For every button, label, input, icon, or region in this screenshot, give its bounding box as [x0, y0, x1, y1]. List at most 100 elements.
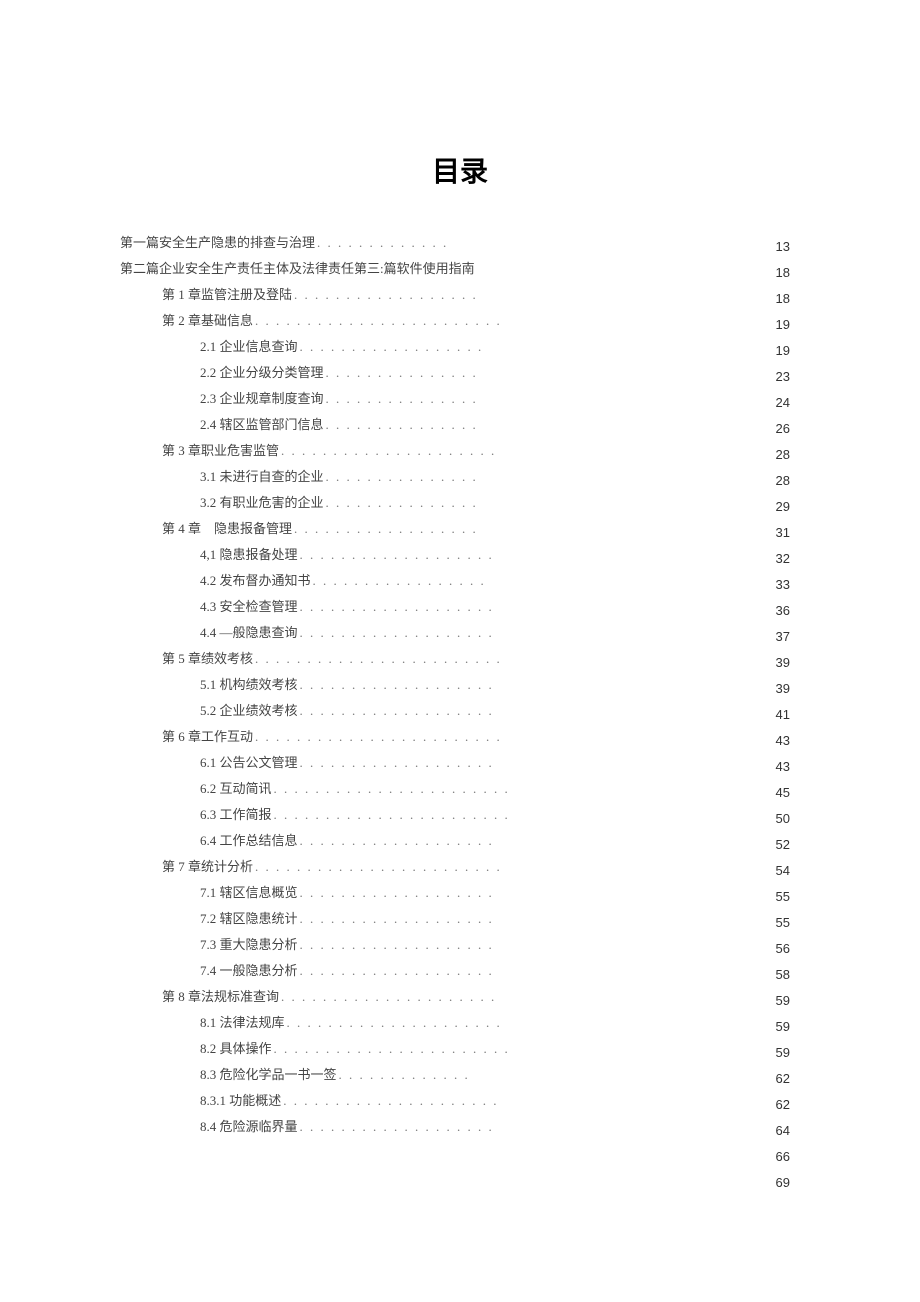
toc-leader-dots: . . . . . . . . . . . . . . . . .	[311, 568, 486, 594]
toc-entry: 8.1 法律法规库. . . . . . . . . . . . . . . .…	[120, 1010, 800, 1036]
toc-page-number: 41	[776, 702, 790, 728]
toc-page-number: 19	[776, 312, 790, 338]
toc-page-number: 33	[776, 572, 790, 598]
toc-entry-label: 2.1 企业信息查询	[200, 334, 298, 360]
toc-leader-dots: . . . . . . . . . . . . . . . . . . .	[298, 698, 494, 724]
toc-page-number: 58	[776, 962, 790, 988]
toc-entry-label: 6.3 工作简报	[200, 802, 272, 828]
toc-page-number: 45	[776, 780, 790, 806]
toc-leader-dots: . . . . . . . . . . . . . . . . . . . . …	[253, 724, 502, 750]
toc-entry-label: 8.3 危险化学品一书一签	[200, 1062, 337, 1088]
toc-entry: 第 6 章工作互动. . . . . . . . . . . . . . . .…	[120, 724, 800, 750]
toc-leader-dots: . . . . . . . . . . . . . . . . . . . . …	[253, 854, 502, 880]
toc-entry: 第 8 章法规标准查询. . . . . . . . . . . . . . .…	[120, 984, 800, 1010]
toc-leader-dots: . . . . . . . . . . . . .	[315, 230, 448, 256]
toc-entry-label: 3.2 有职业危害的企业	[200, 490, 324, 516]
toc-leader-dots: . . . . . . . . . . . . . . . . . . .	[298, 906, 494, 932]
toc-leader-dots: . . . . . . . . . . . . . . . . . . .	[298, 594, 494, 620]
toc-entry-label: 4,1 隐患报备处理	[200, 542, 298, 568]
toc-entry: 第一篇安全生产隐患的排查与治理. . . . . . . . . . . . .	[120, 230, 800, 256]
toc-entry-label: 第二篇企业安全生产责任主体及法律责任第三:篇软件使用指南	[120, 256, 475, 282]
toc-page-number: 43	[776, 728, 790, 754]
toc-entry: 6.2 互动简讯. . . . . . . . . . . . . . . . …	[120, 776, 800, 802]
toc-entry: 7.3 重大隐患分析. . . . . . . . . . . . . . . …	[120, 932, 800, 958]
toc-entry-label: 第 3 章职业危害监管	[162, 438, 279, 464]
toc-page-number: 39	[776, 650, 790, 676]
toc-entry: 8.4 危险源临界量. . . . . . . . . . . . . . . …	[120, 1114, 800, 1140]
toc-entry: 7.4 一般隐患分析. . . . . . . . . . . . . . . …	[120, 958, 800, 984]
toc-page-number: 26	[776, 416, 790, 442]
toc-leader-dots: . . . . . . . . . . . . . . . . . . . . …	[253, 646, 502, 672]
toc-leader-dots: . . . . . . . . . . . . . . . . . . . . …	[279, 438, 496, 464]
toc-page-number: 23	[776, 364, 790, 390]
toc-entry: 5.2 企业绩效考核. . . . . . . . . . . . . . . …	[120, 698, 800, 724]
toc-leader-dots: . . . . . . . . . . . . . . . . . . .	[298, 542, 494, 568]
toc-entry-label: 2.4 辖区监管部门信息	[200, 412, 324, 438]
toc-page-number: 55	[776, 910, 790, 936]
toc-page-number: 36	[776, 598, 790, 624]
toc-entry-label: 6.2 互动简讯	[200, 776, 272, 802]
toc-entry: 第 7 章统计分析. . . . . . . . . . . . . . . .…	[120, 854, 800, 880]
toc-page-number: 43	[776, 754, 790, 780]
toc-title: 目录	[120, 150, 800, 190]
toc-page-number: 52	[776, 832, 790, 858]
toc-leader-dots: . . . . . . . . . . . . . . . . . .	[292, 282, 478, 308]
toc-entry: 8.3.1 功能概述. . . . . . . . . . . . . . . …	[120, 1088, 800, 1114]
toc-entry-label: 8.3.1 功能概述	[200, 1088, 281, 1114]
toc-entry-label: 7.2 辖区隐患统计	[200, 906, 298, 932]
toc-leader-dots: . . . . . . . . . . . . . . .	[324, 386, 478, 412]
toc-entry-label: 5.2 企业绩效考核	[200, 698, 298, 724]
toc-entry-label: 第 6 章工作互动	[162, 724, 253, 750]
toc-entry-label: 2.3 企业规章制度查询	[200, 386, 324, 412]
toc-entry: 7.2 辖区隐患统计. . . . . . . . . . . . . . . …	[120, 906, 800, 932]
toc-page-number: 55	[776, 884, 790, 910]
toc-entry: 第 1 章监管注册及登陆. . . . . . . . . . . . . . …	[120, 282, 800, 308]
toc-entry: 5.1 机构绩效考核. . . . . . . . . . . . . . . …	[120, 672, 800, 698]
toc-entry: 2.1 企业信息查询. . . . . . . . . . . . . . . …	[120, 334, 800, 360]
toc-page-number: 18	[776, 286, 790, 312]
toc-entry: 2.3 企业规章制度查询. . . . . . . . . . . . . . …	[120, 386, 800, 412]
toc-entry: 4,1 隐患报备处理. . . . . . . . . . . . . . . …	[120, 542, 800, 568]
toc-page-number: 59	[776, 988, 790, 1014]
toc-page-number: 66	[776, 1144, 790, 1170]
toc-entry-label: 2.2 企业分级分类管理	[200, 360, 324, 386]
toc-entry-label: 5.1 机构绩效考核	[200, 672, 298, 698]
toc-entry-label: 8.4 危险源临界量	[200, 1114, 298, 1140]
toc-page-number: 62	[776, 1092, 790, 1118]
toc-entry-label: 第 2 章基础信息	[162, 308, 253, 334]
toc-leader-dots: . . . . . . . . . . . . . . . . . .	[298, 334, 484, 360]
toc-entry-label: 4.2 发布督办通知书	[200, 568, 311, 594]
toc-page-number: 62	[776, 1066, 790, 1092]
toc-page-number: 69	[776, 1170, 790, 1196]
toc-entry-label: 6.4 工作总结信息	[200, 828, 298, 854]
toc-entry-label: 8.2 具体操作	[200, 1036, 272, 1062]
toc-entry-label: 8.1 法律法规库	[200, 1010, 285, 1036]
toc-page-number: 56	[776, 936, 790, 962]
toc-leader-dots: . . . . . . . . . . . . . . . . . . . . …	[279, 984, 496, 1010]
toc-entry-label: 第 5 章绩效考核	[162, 646, 253, 672]
toc-leader-dots: . . . . . . . . . . . . . . . . . . . . …	[253, 308, 502, 334]
toc-entry: 第 4 章 隐患报备管理. . . . . . . . . . . . . . …	[120, 516, 800, 542]
toc-entry: 7.1 辖区信息概览. . . . . . . . . . . . . . . …	[120, 880, 800, 906]
toc-leader-dots: . . . . . . . . . . . . . . . . . . . . …	[272, 776, 510, 802]
toc-entry-label: 第 1 章监管注册及登陆	[162, 282, 292, 308]
toc-entry: 第 3 章职业危害监管. . . . . . . . . . . . . . .…	[120, 438, 800, 464]
toc-leader-dots: . . . . . . . . . . . . . . . . . .	[292, 516, 478, 542]
toc-entry-label: 3.1 未进行自查的企业	[200, 464, 324, 490]
toc-leader-dots: . . . . . . . . . . . . . . . . . . .	[298, 750, 494, 776]
toc-page-number: 59	[776, 1014, 790, 1040]
toc-entry: 6.3 工作简报. . . . . . . . . . . . . . . . …	[120, 802, 800, 828]
toc-entry: 3.1 未进行自查的企业. . . . . . . . . . . . . . …	[120, 464, 800, 490]
toc-page-number: 31	[776, 520, 790, 546]
toc-entry: 2.4 辖区监管部门信息. . . . . . . . . . . . . . …	[120, 412, 800, 438]
toc-entry: 2.2 企业分级分类管理. . . . . . . . . . . . . . …	[120, 360, 800, 386]
toc-leader-dots: . . . . . . . . . . . . . . . . . . .	[298, 1114, 494, 1140]
toc-entry: 4.4 —般隐患查询. . . . . . . . . . . . . . . …	[120, 620, 800, 646]
toc-entry-label: 第 8 章法规标准查询	[162, 984, 279, 1010]
toc-entry-label: 第一篇安全生产隐患的排查与治理	[120, 230, 315, 256]
toc-leader-dots: . . . . . . . . . . . . . . . . . . . . …	[285, 1010, 502, 1036]
toc-entry: 8.3 危险化学品一书一签. . . . . . . . . . . . .	[120, 1062, 800, 1088]
toc-leader-dots: . . . . . . . . . . . . . . . . . . . . …	[272, 802, 510, 828]
toc-leader-dots: . . . . . . . . . . . . . . . . . . .	[298, 828, 494, 854]
toc-entry: 3.2 有职业危害的企业. . . . . . . . . . . . . . …	[120, 490, 800, 516]
